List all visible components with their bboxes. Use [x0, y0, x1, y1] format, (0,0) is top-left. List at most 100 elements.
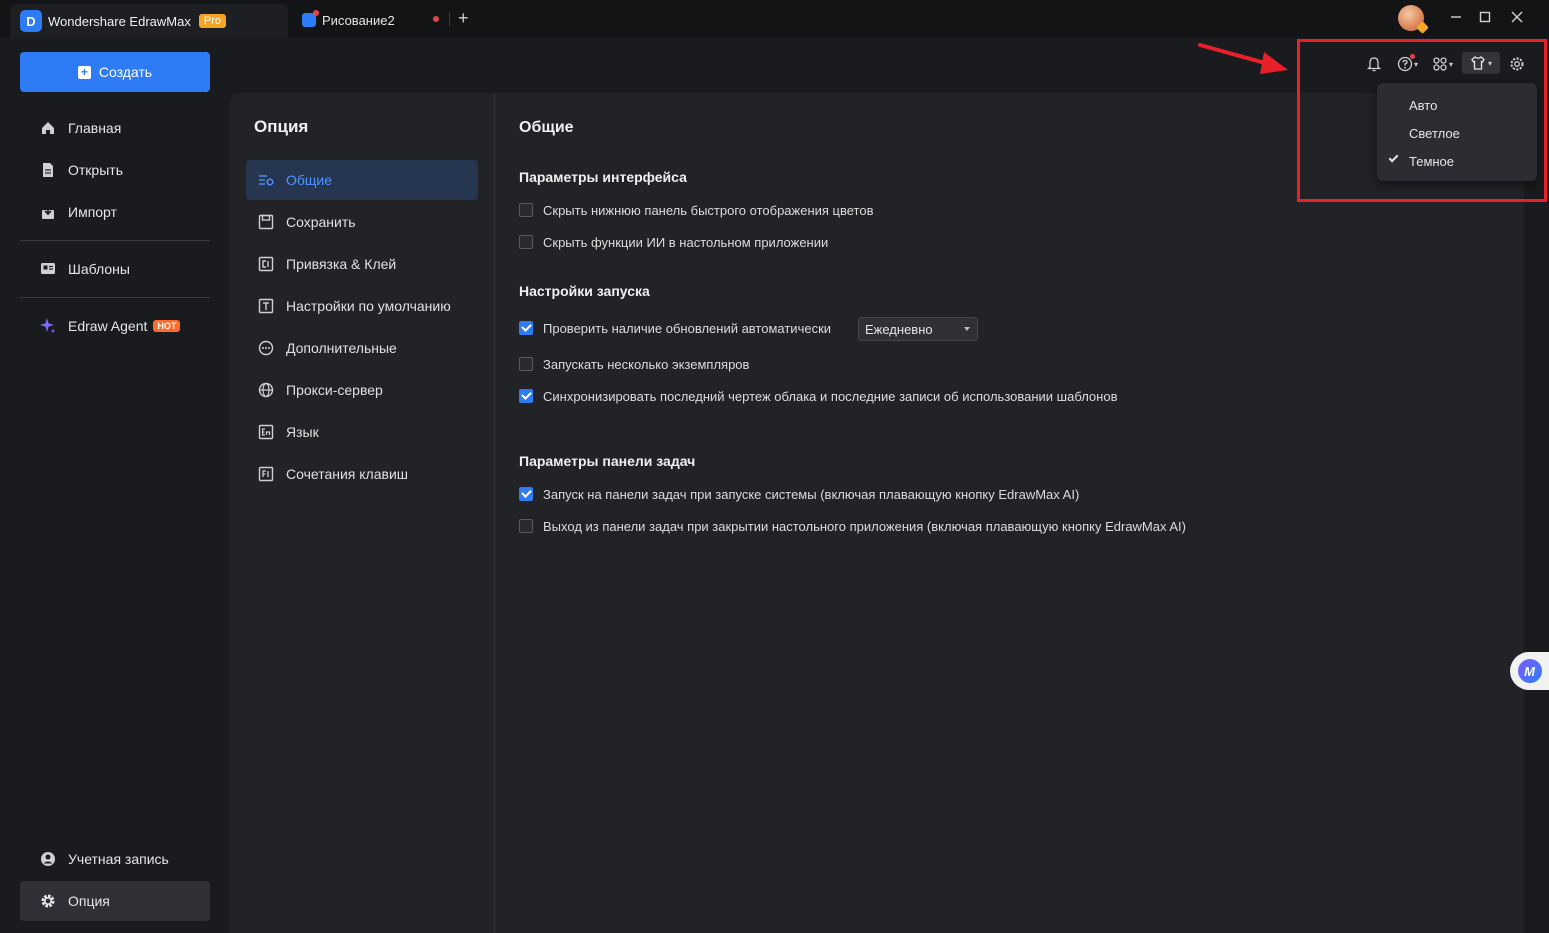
option-general[interactable]: Общие: [246, 160, 478, 200]
sidebar-item-options[interactable]: Опция: [20, 881, 210, 921]
setting-multi-instance[interactable]: Запускать несколько экземпляров: [519, 355, 749, 373]
sidebar-divider: [20, 240, 210, 241]
content-title: Общие: [519, 119, 574, 136]
setting-label: Запускать несколько экземпляров: [543, 356, 750, 372]
globe-icon: [258, 382, 274, 398]
setting-label: Скрыть нижнюю панель быстрого отображени…: [543, 202, 874, 218]
general-settings-content: Общие Параметры интерфейса Скрыть нижнюю…: [519, 93, 1519, 933]
setting-hide-ai[interactable]: Скрыть функции ИИ в настольном приложени…: [519, 233, 828, 251]
sidebar-item-home[interactable]: Главная: [20, 108, 210, 148]
option-label: Прокси-сервер: [286, 382, 383, 398]
setting-label: Запуск на панели задач при запуске систе…: [543, 486, 1080, 502]
sidebar-item-label: Главная: [68, 120, 122, 136]
right-edge-strip: [1524, 93, 1549, 933]
annotation-arrow-icon: [1198, 43, 1288, 74]
sidebar-item-edraw-agent[interactable]: Edraw Agent HOT: [20, 306, 210, 346]
option-label: Общие: [286, 172, 333, 188]
document-tab-title: Рисование2: [322, 12, 395, 28]
add-tab-button[interactable]: +: [458, 8, 469, 29]
option-advanced[interactable]: Дополнительные: [246, 328, 478, 368]
sidebar-item-label: Открыть: [68, 162, 123, 178]
edrawmax-logo-icon: D: [20, 10, 42, 32]
setting-label: Синхронизировать последний чертеж облака…: [543, 388, 1118, 404]
option-shortcuts[interactable]: Сочетания клавиш: [246, 454, 478, 494]
checkbox[interactable]: [519, 203, 533, 217]
ai-logo-icon: M: [1517, 659, 1542, 683]
tab-divider: [449, 12, 450, 26]
sidebar-item-label: Импорт: [68, 204, 117, 220]
checkbox[interactable]: [519, 235, 533, 249]
section-title-startup: Настройки запуска: [519, 283, 650, 299]
maximize-icon[interactable]: [1475, 8, 1495, 28]
snap-icon: [258, 256, 274, 272]
sidebar-item-open[interactable]: Открыть: [20, 150, 210, 190]
file-icon: [38, 162, 58, 178]
home-icon: [38, 120, 58, 136]
gear-icon: [38, 893, 58, 909]
setting-taskbar-startup[interactable]: Запуск на панели задач при запуске систе…: [519, 485, 1079, 503]
checkbox-checked[interactable]: [519, 389, 533, 403]
save-icon: [258, 214, 274, 230]
checkbox-checked[interactable]: [519, 321, 533, 335]
tab-document[interactable]: Рисование2: [298, 4, 448, 36]
option-label: Дополнительные: [286, 340, 397, 356]
sidebar-divider: [20, 297, 210, 298]
checkbox-checked[interactable]: [519, 487, 533, 501]
section-title-taskbar: Параметры панели задач: [519, 453, 696, 469]
user-icon: [38, 851, 58, 867]
pro-badge: Pro: [198, 14, 226, 28]
option-default-settings[interactable]: Настройки по умолчанию: [246, 286, 478, 326]
setting-label: Проверить наличие обновлений автоматичес…: [543, 320, 832, 336]
sidebar-item-templates[interactable]: Шаблоны: [20, 249, 210, 289]
sidebar-item-label: Учетная запись: [68, 851, 169, 867]
option-proxy[interactable]: Прокси-сервер: [246, 370, 478, 410]
sidebar-item-account[interactable]: Учетная запись: [20, 839, 210, 879]
option-label: Настройки по умолчанию: [286, 298, 451, 314]
setting-auto-update[interactable]: Проверить наличие обновлений автоматичес…: [519, 319, 831, 337]
options-title: Опция: [254, 117, 309, 136]
text-default-icon: [258, 298, 274, 314]
option-save[interactable]: Сохранить: [246, 202, 478, 242]
hot-badge: HOT: [153, 320, 181, 332]
option-label: Сохранить: [286, 214, 356, 230]
update-frequency-select[interactable]: Ежедневно: [858, 317, 978, 341]
sidebar-item-label: Edraw Agent: [68, 318, 148, 334]
option-label: Сочетания клавиш: [286, 466, 408, 482]
title-bar: D Wondershare EdrawMax Pro Рисование2 +: [0, 0, 1549, 38]
shortcut-icon: [258, 466, 274, 482]
create-button-label: Создать: [98, 64, 153, 80]
templates-icon: [38, 261, 58, 277]
sidebar-item-import[interactable]: Импорт: [20, 192, 210, 232]
checkbox[interactable]: [519, 357, 533, 371]
options-nav: Опция Общие Сохранить Привязка & Клей На…: [230, 93, 495, 933]
sidebar-item-label: Опция: [68, 893, 110, 909]
create-button[interactable]: + Создать: [20, 52, 210, 92]
close-icon[interactable]: [1507, 8, 1527, 28]
setting-hide-color-bar[interactable]: Скрыть нижнюю панель быстрого отображени…: [519, 201, 874, 219]
caret-down-icon: [964, 327, 970, 331]
minimize-icon[interactable]: [1446, 8, 1466, 28]
avatar[interactable]: [1398, 5, 1424, 31]
setting-label: Выход из панели задач при закрытии насто…: [543, 518, 1186, 534]
plus-icon: +: [77, 65, 91, 79]
annotation-highlight-box: [1297, 39, 1547, 202]
sparkle-icon: [38, 317, 58, 335]
option-snap-glue[interactable]: Привязка & Клей: [246, 244, 478, 284]
setting-taskbar-exit[interactable]: Выход из панели задач при закрытии насто…: [519, 517, 1186, 535]
checkbox[interactable]: [519, 519, 533, 533]
option-label: Привязка & Клей: [286, 256, 397, 272]
more-icon: [258, 340, 274, 356]
setting-label: Скрыть функции ИИ в настольном приложени…: [543, 234, 829, 250]
document-icon: [302, 10, 319, 27]
unsaved-dot-icon: [433, 16, 439, 22]
general-settings-icon: [258, 172, 274, 188]
option-language[interactable]: Язык: [246, 412, 478, 452]
tab-home[interactable]: D Wondershare EdrawMax Pro: [10, 4, 288, 38]
setting-sync-cloud[interactable]: Синхронизировать последний чертеж облака…: [519, 387, 1117, 405]
import-icon: [38, 204, 58, 220]
edrawmax-ai-floating-button[interactable]: M: [1510, 652, 1549, 690]
select-value: Ежедневно: [865, 321, 933, 337]
section-title-interface: Параметры интерфейса: [519, 169, 687, 185]
app-title: Wondershare EdrawMax: [48, 13, 191, 29]
options-panel: Опция Общие Сохранить Привязка & Клей На…: [230, 93, 1524, 933]
